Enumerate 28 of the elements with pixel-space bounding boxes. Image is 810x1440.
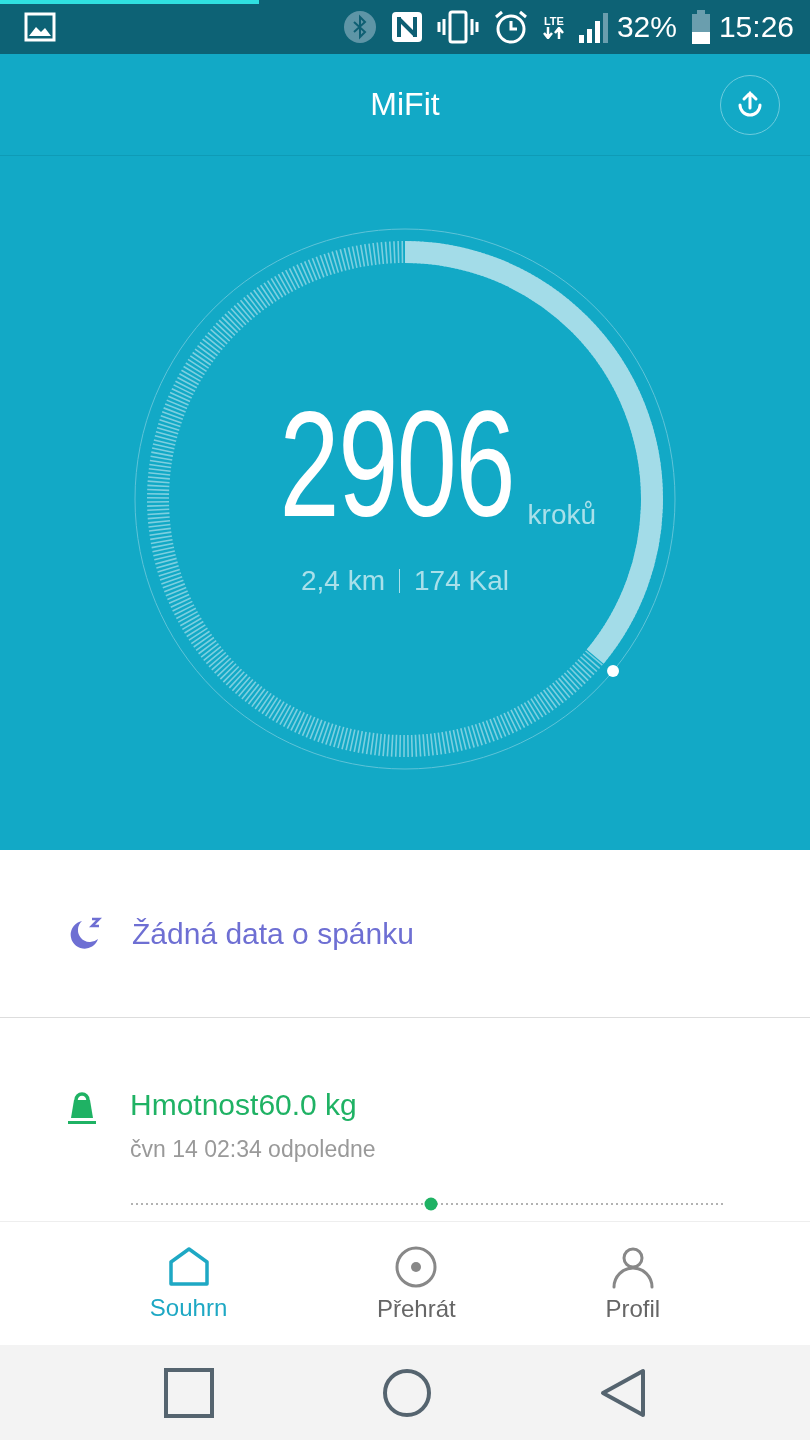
nav-tab[interactable]: Přehrát: [373, 1222, 460, 1345]
data-arrows-icon: [542, 26, 565, 39]
nav-tab[interactable]: Profil: [601, 1222, 665, 1345]
back-icon[interactable]: [600, 1367, 646, 1418]
sleep-status[interactable]: Žádná data o spánku: [132, 916, 414, 951]
home-icon: [166, 1245, 211, 1288]
weight-timestamp: čvn 14 02:34 odpoledne: [130, 1136, 376, 1163]
signal-icon: [578, 11, 609, 43]
bluetooth-icon: [342, 10, 377, 44]
battery-icon: [690, 10, 711, 44]
alarm-icon: [492, 9, 529, 45]
step-count: 2906: [279, 389, 514, 539]
home-circle-icon[interactable]: [382, 1367, 432, 1418]
clock-time: 15:26: [718, 10, 794, 44]
step-unit: kroků: [527, 499, 597, 531]
nfc-icon: [390, 11, 423, 43]
progress-dot: [607, 665, 620, 678]
app-title: MiFit: [370, 86, 440, 123]
recents-icon[interactable]: [164, 1367, 214, 1418]
distance: 2,4 km: [301, 565, 386, 597]
record-icon: [394, 1244, 439, 1289]
network-type-label: LTE: [543, 15, 564, 27]
image-icon: [24, 12, 56, 42]
vibrate-icon: [436, 10, 479, 44]
nav-tab[interactable]: Souhrn: [145, 1222, 232, 1345]
battery-percent: 32%: [616, 10, 677, 44]
calories: 174 Kal: [414, 565, 509, 597]
weight-reading[interactable]: Hmotnost60.0 kg: [130, 1088, 376, 1122]
